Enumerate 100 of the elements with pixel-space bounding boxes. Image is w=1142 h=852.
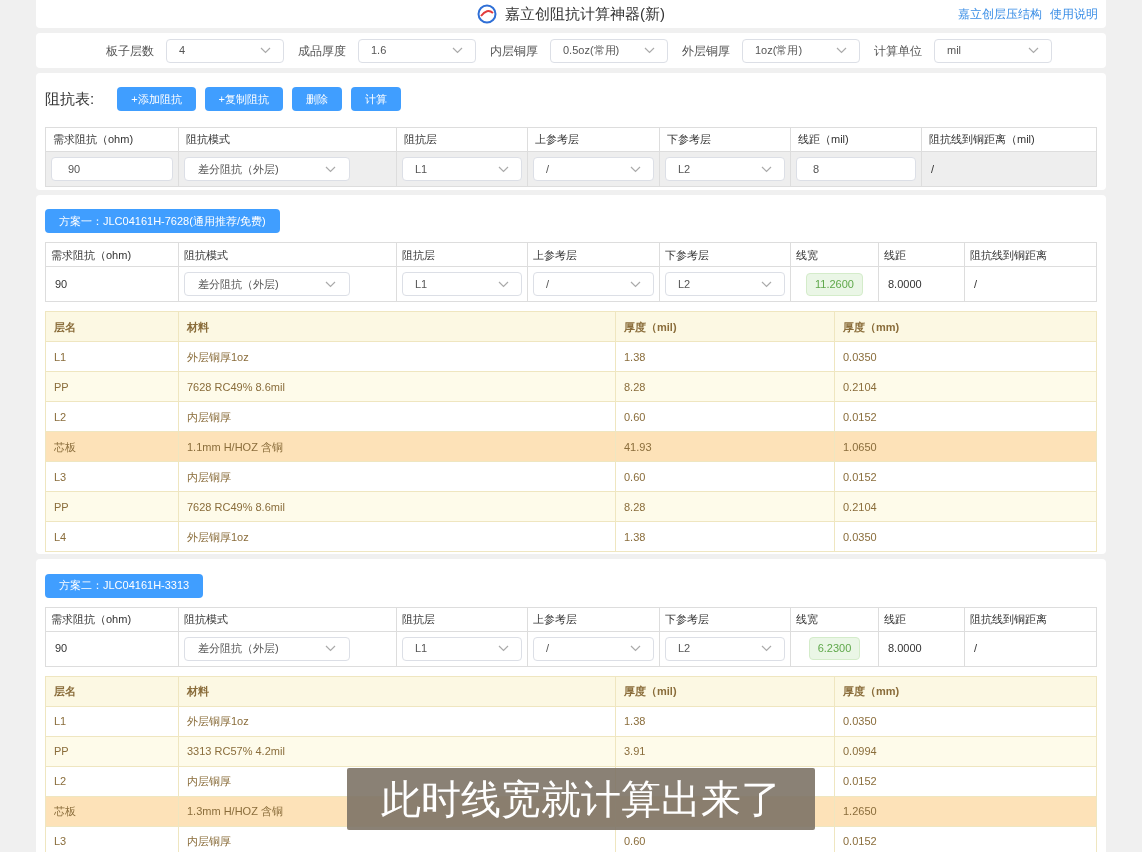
table-cell-text: 1.38 — [624, 349, 646, 365]
setting-label: 内层铜厚 — [490, 42, 538, 60]
select-field[interactable]: / — [533, 636, 654, 661]
column-header: 阻抗线到铜距离 — [969, 611, 1048, 627]
chevron-down-icon — [325, 165, 336, 173]
header-link[interactable]: 使用说明 — [1050, 5, 1098, 23]
table-cell-text: 90 — [54, 641, 69, 657]
table-cell-text: PP — [54, 379, 69, 395]
chevron-down-icon — [630, 645, 641, 652]
chevron-down-icon — [630, 280, 641, 288]
table-cell-text: 1.38 — [624, 529, 646, 545]
chevron-down-icon — [260, 47, 271, 54]
select-field[interactable]: mil — [934, 38, 1052, 63]
chevron-down-icon — [836, 47, 847, 54]
column-header: 需求阻抗（ohm) — [46, 243, 179, 267]
table-cell-text: 芯板 — [54, 439, 76, 455]
select-field[interactable]: L1 — [402, 272, 522, 297]
select-field[interactable]: L1 — [402, 636, 522, 661]
table-cell-text: L1 — [54, 713, 67, 729]
table-cell-text: L3 — [54, 469, 67, 485]
column-header: 线距 — [879, 607, 965, 631]
column-header: 下参考层 — [660, 607, 791, 631]
table-cell-text: 90 — [54, 277, 69, 292]
table-cell-text: 外层铜厚1oz — [187, 349, 249, 365]
column-header: 需求阻抗（ohm) — [46, 607, 179, 631]
chevron-down-icon — [498, 645, 509, 652]
video-caption: 此时线宽就计算出来了 — [347, 768, 815, 830]
table-cell-text: 3313 RC57% 4.2mil — [187, 743, 285, 759]
select-field[interactable]: L2 — [665, 636, 785, 661]
table-cell-text: L2 — [54, 773, 67, 789]
table-cell-text: 0.0994 — [843, 743, 877, 759]
table-cell-text: 8.28 — [624, 379, 646, 395]
table-cell-text: L1 — [54, 349, 67, 365]
column-header: 上参考层 — [528, 607, 660, 631]
table-cell-text: 0.0152 — [843, 469, 877, 485]
table-cell-text: 外层铜厚1oz — [187, 529, 249, 545]
column-header: 材料 — [179, 676, 616, 706]
select-field[interactable]: / — [533, 272, 654, 297]
select-field[interactable]: 4 — [166, 38, 284, 63]
chevron-down-icon — [761, 645, 772, 652]
chevron-down-icon — [325, 645, 336, 652]
select-field[interactable]: 差分阻抗（外层) — [184, 157, 350, 181]
chevron-down-icon — [325, 280, 336, 288]
chevron-down-icon — [761, 165, 772, 173]
setting-label: 外层铜厚 — [682, 42, 730, 60]
table-cell-text: 0.60 — [624, 833, 646, 849]
column-header: 厚度（mm) — [842, 683, 901, 699]
table-cell-text: 外层铜厚1oz — [187, 713, 249, 729]
column-header: 线宽 — [791, 607, 879, 631]
chevron-down-icon — [498, 280, 509, 288]
section-title: 阻抗表: — [45, 88, 95, 109]
table-cell-text: 1.3mm H/HOZ 含铜 — [187, 803, 283, 819]
chevron-down-icon — [761, 280, 772, 288]
header-link[interactable]: 嘉立创层压结构 — [958, 5, 1042, 23]
select-field[interactable]: 1oz(常用) — [742, 38, 860, 63]
table-cell-text: L4 — [54, 529, 67, 545]
select-field[interactable]: / — [533, 157, 654, 181]
table-cell-text: 3.91 — [624, 743, 646, 759]
table-cell-text: 0.60 — [624, 409, 646, 425]
logo-icon — [477, 4, 497, 24]
select-field[interactable]: 0.5oz(常用) — [550, 38, 668, 63]
select-field[interactable]: 1.6 — [358, 38, 476, 63]
table-cell-text: PP — [54, 499, 69, 515]
table-cell-text: L2 — [54, 409, 67, 425]
table-cell-text: 内层铜厚 — [187, 833, 231, 849]
column-header: 阻抗线到铜距离（mil) — [928, 132, 1036, 148]
select-field[interactable]: L2 — [665, 272, 785, 297]
column-header: 阻抗层 — [397, 607, 528, 631]
table-cell-text: 0.0152 — [843, 833, 877, 849]
table-cell-text: 内层铜厚 — [187, 409, 231, 425]
table-cell-text: 1.2650 — [843, 803, 877, 819]
line-width-result: 11.2600 — [806, 273, 863, 296]
table-cell-text: 7628 RC49% 8.6mil — [187, 379, 285, 395]
table-cell-text: 0.2104 — [843, 499, 877, 515]
table-cell-text: 0.0350 — [843, 713, 877, 729]
column-header: 上参考层 — [528, 243, 660, 267]
column-header: 阻抗线到铜距离 — [969, 247, 1048, 263]
column-header: 层名 — [46, 676, 179, 706]
table-cell-text: L3 — [54, 833, 67, 849]
table-cell-text: 0.0350 — [843, 349, 877, 365]
chevron-down-icon — [630, 165, 641, 173]
select-field[interactable]: 差分阻抗（外层) — [184, 636, 350, 661]
table-cell-text: 8.0000 — [887, 277, 923, 292]
table-cell-text: 41.93 — [624, 439, 652, 455]
setting-label: 计算单位 — [874, 42, 922, 60]
select-field[interactable]: 差分阻抗（外层) — [184, 272, 350, 297]
table-cell-text: / — [973, 277, 979, 292]
table-cell-text: 内层铜厚 — [187, 773, 231, 789]
column-header: 阻抗层 — [397, 243, 528, 267]
column-header: 线宽 — [791, 243, 879, 267]
select-field[interactable]: L2 — [665, 157, 785, 181]
chevron-down-icon — [452, 47, 463, 54]
select-field[interactable]: L1 — [402, 157, 522, 181]
column-header: 线距 — [879, 243, 965, 267]
input-field[interactable]: 8 — [796, 157, 916, 181]
table-cell-text: 0.60 — [624, 469, 646, 485]
table-cell-text: 0.0350 — [843, 529, 877, 545]
table-cell-text: 1.38 — [624, 713, 646, 729]
input-field[interactable]: 90 — [51, 157, 173, 181]
setting-label: 成品厚度 — [298, 42, 346, 60]
